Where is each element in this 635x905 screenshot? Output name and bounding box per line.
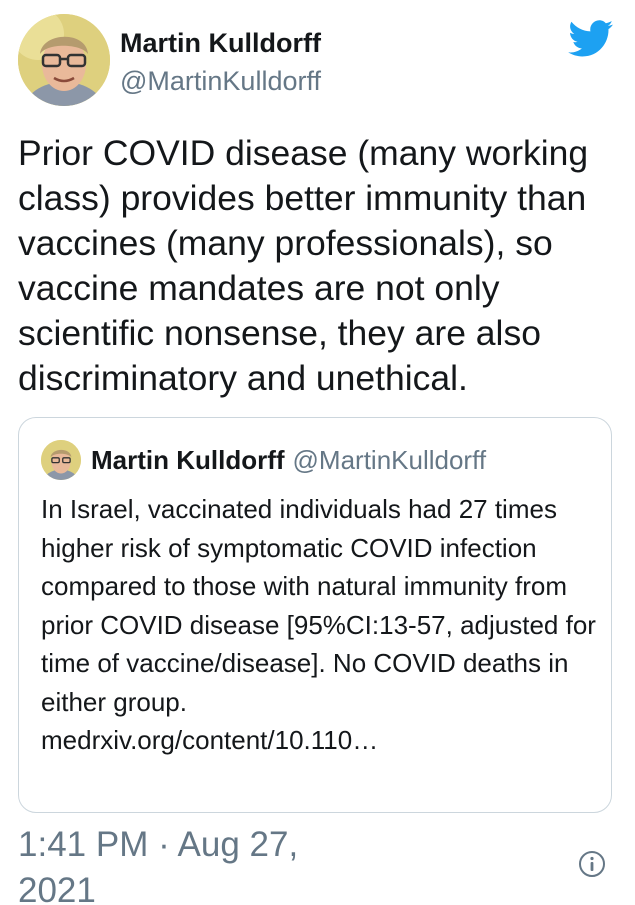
twitter-bird-icon[interactable] xyxy=(568,20,614,58)
quoted-author-name: Martin Kulldorff xyxy=(91,445,285,475)
quoted-tweet-link[interactable]: medrxiv.org/content/10.110… xyxy=(41,725,378,755)
tweet-text: Prior COVID disease (many working class)… xyxy=(18,133,589,398)
quoted-tweet[interactable]: Martin Kulldorff @MartinKulldorff In Isra… xyxy=(18,417,612,813)
info-icon[interactable] xyxy=(578,850,606,878)
profile-photo-icon xyxy=(18,14,110,106)
quoted-tweet-text: In Israel, vaccinated individuals had 27… xyxy=(41,494,596,717)
author-handle[interactable]: @MartinKulldorff xyxy=(120,66,321,97)
quoted-author-handle: @MartinKulldorff xyxy=(292,445,487,475)
author-name[interactable]: Martin Kulldorff xyxy=(120,28,321,59)
author-avatar[interactable] xyxy=(18,14,110,106)
quoted-author-avatar xyxy=(41,440,81,480)
quoted-tweet-body: In Israel, vaccinated individuals had 27… xyxy=(41,490,601,760)
quoted-tweet-header: Martin Kulldorff @MartinKulldorff xyxy=(91,445,486,476)
tweet-timestamp[interactable]: 1:41 PM · Aug 27, 2021 xyxy=(18,822,338,905)
profile-photo-icon xyxy=(41,440,81,480)
tweet-card: Martin Kulldorff @MartinKulldorff Prior … xyxy=(0,0,635,905)
